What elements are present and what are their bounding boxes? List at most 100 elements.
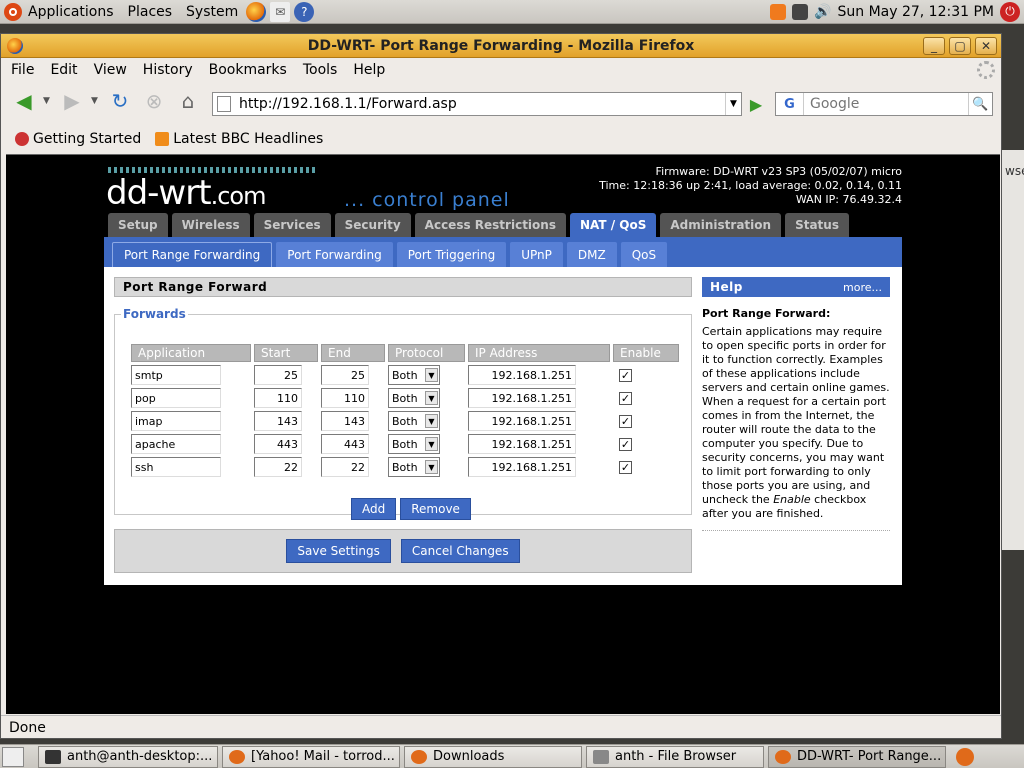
ip-address-input[interactable]	[468, 365, 576, 385]
taskbar-firefox-icon[interactable]	[956, 747, 974, 766]
subtab-port-triggering[interactable]: Port Triggering	[396, 242, 507, 267]
save-settings-button[interactable]: Save Settings	[286, 539, 391, 563]
add-button[interactable]: Add	[351, 498, 397, 520]
menu-history[interactable]: History	[143, 62, 193, 78]
ip-address-input[interactable]	[468, 411, 576, 431]
end-port-input[interactable]	[321, 457, 369, 477]
menu-bookmarks[interactable]: Bookmarks	[209, 62, 287, 78]
remove-button[interactable]: Remove	[400, 498, 471, 520]
protocol-select[interactable]: Both ▼	[388, 388, 440, 408]
bookmark-getting-started[interactable]: Getting Started	[15, 131, 141, 147]
taskbar-item-ddwrt[interactable]: DD-WRT- Port Range...	[768, 745, 946, 768]
protocol-select[interactable]: Both ▼	[388, 365, 440, 385]
places-menu[interactable]: Places	[128, 4, 173, 20]
background-window[interactable]: wse	[1000, 150, 1024, 550]
back-history-dropdown-icon[interactable]: ▼	[43, 96, 53, 106]
application-input[interactable]	[131, 388, 221, 408]
go-arrow-icon[interactable]: ▶	[745, 94, 767, 114]
menu-file[interactable]: File	[11, 62, 34, 78]
home-icon[interactable]: ⌂	[173, 87, 203, 115]
enable-checkbox[interactable]: ✓	[619, 368, 632, 382]
subtab-qos[interactable]: QoS	[620, 242, 668, 267]
window-titlebar[interactable]: DD-WRT- Port Range Forwarding - Mozilla …	[1, 34, 1001, 58]
stop-icon[interactable]: ⊗	[139, 87, 169, 115]
network-icon[interactable]	[792, 3, 809, 20]
ubuntu-logo-icon[interactable]	[4, 2, 22, 21]
subtab-port-range-forwarding[interactable]: Port Range Forwarding	[112, 242, 273, 267]
search-engine-icon[interactable]: G	[776, 93, 804, 115]
protocol-select[interactable]: Both ▼	[388, 411, 440, 431]
url-text[interactable]: http://192.168.1.1/Forward.asp	[239, 96, 457, 112]
subtab-upnp[interactable]: UPnP	[510, 242, 563, 267]
tab-setup[interactable]: Setup	[108, 213, 168, 237]
taskbar-item-downloads[interactable]: Downloads	[404, 745, 582, 768]
start-port-input[interactable]	[254, 388, 302, 408]
firefox-launcher-icon[interactable]	[246, 1, 267, 22]
taskbar-item-terminal[interactable]: anth@anth-desktop:...	[38, 745, 218, 768]
protocol-select[interactable]: Both ▼	[388, 457, 440, 477]
reload-icon[interactable]: ↻	[105, 87, 135, 115]
start-port-input[interactable]	[254, 434, 302, 454]
enable-checkbox[interactable]: ✓	[619, 414, 632, 428]
subtab-port-forwarding[interactable]: Port Forwarding	[276, 242, 393, 267]
end-port-input[interactable]	[321, 411, 369, 431]
search-icon[interactable]: 🔍	[968, 93, 992, 115]
show-desktop-icon[interactable]	[2, 746, 24, 767]
search-bar[interactable]: G 🔍	[775, 92, 993, 116]
search-input[interactable]	[804, 96, 964, 112]
ip-address-input[interactable]	[468, 434, 576, 454]
protocol-select[interactable]: Both ▼	[388, 434, 440, 454]
minimize-button[interactable]: _	[923, 37, 945, 55]
tab-security[interactable]: Security	[334, 213, 411, 237]
clock[interactable]: Sun May 27, 12:31 PM	[837, 4, 994, 20]
enable-checkbox[interactable]: ✓	[619, 391, 632, 405]
maximize-button[interactable]: ▢	[949, 37, 971, 55]
menu-help[interactable]: Help	[353, 62, 385, 78]
application-input[interactable]	[131, 365, 221, 385]
url-bar[interactable]: http://192.168.1.1/Forward.asp ▼	[212, 92, 742, 116]
help-more-link[interactable]: more...	[843, 281, 882, 294]
mail-launcher-icon[interactable]: ✉	[270, 1, 291, 22]
forwards-table: Application Start End Protocol IP Addres…	[128, 341, 682, 480]
power-icon[interactable]: ⏻	[1000, 1, 1020, 22]
tab-nat-qos[interactable]: NAT / QoS	[569, 213, 657, 237]
tab-status[interactable]: Status	[785, 213, 849, 237]
help-launcher-icon[interactable]: ?	[294, 1, 315, 22]
taskbar-item-yahoo-mail[interactable]: [Yahoo! Mail - torrod...	[222, 745, 400, 768]
system-menu[interactable]: System	[186, 4, 238, 20]
back-arrow-icon[interactable]: ◀	[9, 87, 39, 115]
forward-history-dropdown-icon[interactable]: ▼	[91, 96, 101, 106]
tab-access-restrictions[interactable]: Access Restrictions	[414, 213, 566, 237]
end-port-input[interactable]	[321, 434, 369, 454]
start-port-input[interactable]	[254, 457, 302, 477]
end-port-input[interactable]	[321, 388, 369, 408]
ip-address-input[interactable]	[468, 457, 576, 477]
application-input[interactable]	[131, 434, 221, 454]
applications-menu[interactable]: Applications	[28, 4, 114, 20]
menu-view[interactable]: View	[94, 62, 127, 78]
tab-wireless[interactable]: Wireless	[171, 213, 250, 237]
application-input[interactable]	[131, 457, 221, 477]
menu-edit[interactable]: Edit	[50, 62, 77, 78]
volume-icon[interactable]: 🔊	[814, 4, 831, 20]
subtab-dmz[interactable]: DMZ	[566, 242, 617, 267]
url-history-dropdown-icon[interactable]: ▼	[725, 93, 741, 115]
taskbar-item-file-browser[interactable]: anth - File Browser	[586, 745, 764, 768]
update-notifier-icon[interactable]	[770, 3, 787, 20]
tab-services[interactable]: Services	[253, 213, 331, 237]
enable-checkbox[interactable]: ✓	[619, 460, 632, 474]
start-port-input[interactable]	[254, 411, 302, 431]
end-port-input[interactable]	[321, 365, 369, 385]
enable-checkbox[interactable]: ✓	[619, 437, 632, 451]
ip-address-input[interactable]	[468, 388, 576, 408]
menu-tools[interactable]: Tools	[303, 62, 338, 78]
firmware-info: Firmware: DD-WRT v23 SP3 (05/02/07) micr…	[655, 165, 902, 178]
start-port-input[interactable]	[254, 365, 302, 385]
firefox-icon	[775, 749, 791, 764]
bookmark-bbc-headlines[interactable]: Latest BBC Headlines	[155, 131, 323, 147]
cancel-changes-button[interactable]: Cancel Changes	[400, 539, 520, 563]
tab-administration[interactable]: Administration	[660, 213, 782, 237]
forward-arrow-icon[interactable]: ▶	[57, 87, 87, 115]
close-button[interactable]: ✕	[975, 37, 997, 55]
application-input[interactable]	[131, 411, 221, 431]
